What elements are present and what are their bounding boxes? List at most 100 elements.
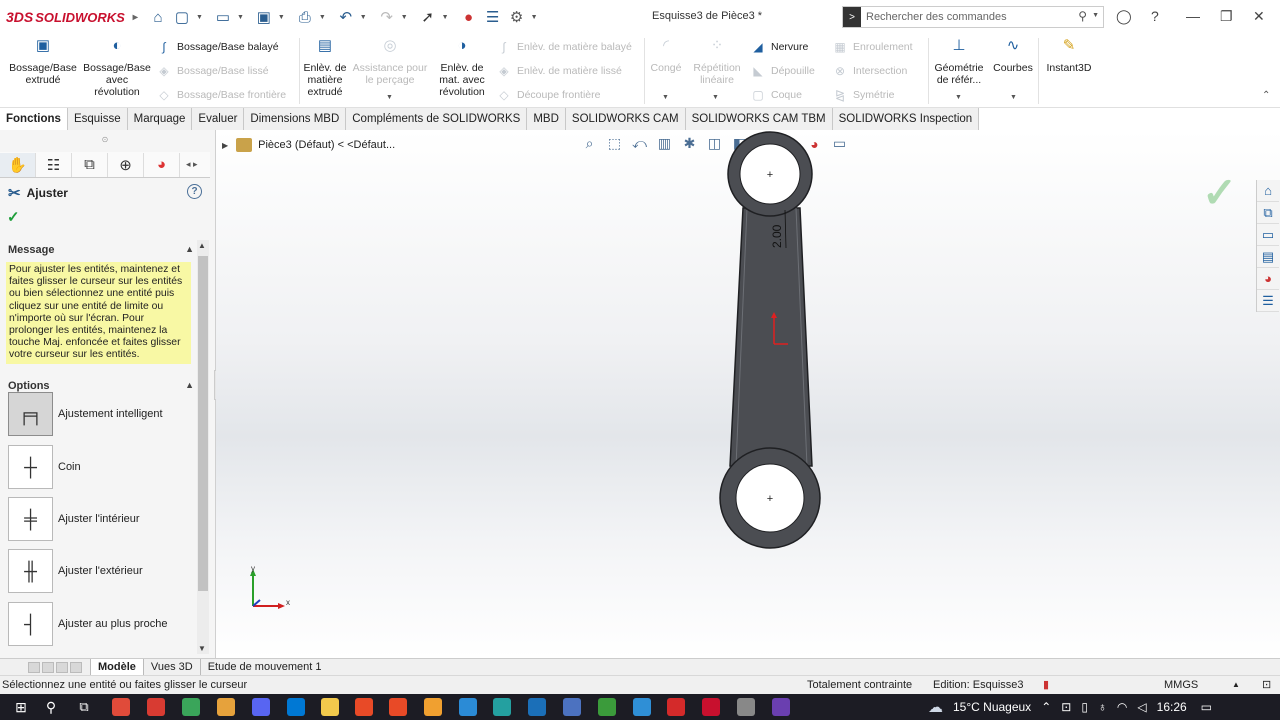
unit-system[interactable]: MMGS [1164,679,1198,691]
curves-dropdown-icon[interactable]: ▼ [1010,94,1017,101]
trim-option[interactable]: ┤ Ajuster au plus proche [8,602,167,646]
doc-tile-right-icon[interactable]: ◨ [1184,130,1195,131]
collapse-options-icon[interactable]: ▲ [185,380,194,392]
scroll-down-icon[interactable]: ▼ [198,644,206,653]
trim-option[interactable]: ╫ Ajuster l'extérieur [8,549,143,593]
command-tab[interactable]: Esquisse [67,108,128,130]
clock-time[interactable]: 16:26 [1157,700,1187,714]
smart-trim-icon[interactable]: ╒╕ [8,392,53,436]
taskbar-app-icon[interactable] [598,698,616,716]
confirmation-corner-check-icon[interactable]: ✓ [1202,168,1237,217]
model-tab[interactable]: Etude de mouvement 1 [199,658,329,676]
corner-trim-icon[interactable]: ┼ [8,445,53,489]
panel-grip[interactable]: ⊙ [0,135,210,144]
swept-boss-button[interactable]: ∫ Bossage/Base balayé [156,39,278,55]
taskbar-app-icon[interactable] [321,698,339,716]
command-search[interactable]: > Rechercher des commandes ⚲ ▼ [842,6,1104,28]
graphics-area[interactable]: ▶ Pièce3 (Défaut) < <Défaut... ⌕ ⬚ ⤺ ▥ ✱… [216,130,1280,658]
undo-dropdown-icon[interactable]: ▼ [360,14,367,21]
redo-dropdown-icon[interactable]: ▼ [401,14,408,21]
trim-closest-icon[interactable]: ┤ [8,602,53,646]
undo-icon[interactable]: ↶ [336,7,356,27]
pattern-dropdown-icon[interactable]: ▼ [712,94,719,101]
message-group-header[interactable]: Message ▲ [8,244,194,256]
boundary-cut-button[interactable]: ◇ Découpe frontière [496,87,600,103]
command-tab[interactable]: MBD [527,108,566,130]
reference-geometry-button[interactable]: ⊥ Géométrie de référ... [930,38,988,86]
scroll-thumb[interactable] [198,256,208,591]
property-manager-tab-icon[interactable]: ☷ [36,152,72,177]
collapse-message-icon[interactable]: ▲ [185,244,194,256]
doc-tile-left-icon[interactable]: ◧ [1158,130,1169,131]
options-group-header[interactable]: Options ▲ [8,380,194,392]
zoom-area-icon[interactable]: ⬚ [605,134,624,153]
doc-restore-icon[interactable]: ❐ [1235,130,1246,131]
tray-expand-icon[interactable]: ⌃ [1041,700,1051,714]
taskbar-app-icon[interactable] [252,698,270,716]
trim-option[interactable]: ┼ Coin [8,445,81,489]
model-tab[interactable]: Vues 3D [142,658,200,676]
customize-status-icon[interactable]: ⊡ [1262,678,1271,691]
tab-navigation-arrows[interactable] [0,661,90,673]
battery-icon[interactable]: ▯ [1081,700,1088,714]
taskbar-app-icon[interactable] [459,698,477,716]
taskbar-app-icon[interactable] [493,698,511,716]
command-tab[interactable]: Evaluer [192,108,245,130]
taskbar-app-icon[interactable] [389,698,407,716]
command-tab[interactable]: Fonctions [0,108,68,130]
curves-button[interactable]: ∿ Courbes [990,38,1036,74]
save-icon[interactable]: ▣ [254,7,274,27]
linear-pattern-button[interactable]: ⁘ Répétition linéaire [690,38,744,86]
configuration-manager-tab-icon[interactable]: ⧉ [72,152,108,177]
design-library-icon[interactable]: ⧉ [1257,202,1279,224]
rebuild-icon[interactable]: ● [459,7,479,27]
sw-resources-icon[interactable]: ⌂ [1257,180,1279,202]
new-dropdown-icon[interactable]: ▼ [196,14,203,21]
section-view-icon[interactable]: ▥ [655,134,674,153]
lofted-boss-button[interactable]: ◈ Bossage/Base lissé [156,63,268,79]
taskbar-app-icon[interactable] [563,698,581,716]
options-gear-icon[interactable]: ⚙ [507,7,527,27]
hole-wizard-button[interactable]: ◎ Assistance pour le perçage [352,38,428,86]
close-icon[interactable]: ✕ [1253,8,1265,25]
lofted-cut-button[interactable]: ◈ Enlèv. de matière lissé [496,63,621,79]
instant3d-button[interactable]: ✎ Instant3D [1042,38,1096,74]
home-icon[interactable]: ⌂ [148,7,168,27]
rib-button[interactable]: ◢ Nervure [750,39,808,55]
dynamic-annotation-icon[interactable]: ✱ [680,134,699,153]
extruded-cut-button[interactable]: ▤ Enlèv. de matière extrudé [302,38,348,98]
units-dropdown-icon[interactable]: ▲ [1232,680,1240,689]
trim-option[interactable]: ╒╕ Ajustement intelligent [8,392,163,436]
search-dropdown-icon[interactable]: ▼ [1092,12,1099,19]
feature-tree-flyout[interactable]: ▶ Pièce3 (Défaut) < <Défaut... [222,138,395,152]
command-tab[interactable]: SOLIDWORKS Inspection [832,108,980,130]
swept-cut-button[interactable]: ∫ Enlèv. de matière balayé [496,39,631,55]
taskbar-app-icon[interactable] [633,698,651,716]
appearances-icon[interactable]: ◕ [1257,268,1279,290]
panel-scrollbar[interactable]: ▲ ▼ [197,240,209,654]
feature-manager-tab-icon[interactable]: ✋ [0,152,36,177]
doc-minimize-icon[interactable]: — [1209,130,1221,131]
network-icon[interactable]: ⊡ [1061,700,1071,714]
command-tab[interactable]: Dimensions MBD [244,108,347,130]
revolve-boss-button[interactable]: ◐ Bossage/Base avec révolution [82,38,152,98]
help-icon[interactable]: ? [1151,8,1159,24]
ok-check-icon[interactable]: ✓ [7,208,20,226]
windows-start-icon[interactable]: ⊞ [12,698,30,716]
select-dropdown-icon[interactable]: ▼ [442,14,449,21]
open-folder-icon[interactable]: ▭ [213,7,233,27]
taskbar-search-icon[interactable]: ⚲ [42,698,60,716]
print-icon[interactable]: ⎙ [295,7,315,27]
taskbar-app-icon[interactable] [287,698,305,716]
taskbar-app-icon[interactable] [217,698,235,716]
command-tab[interactable]: Compléments de SOLIDWORKS [346,108,528,130]
extrude-boss-button[interactable]: ▣ Bossage/Base extrudé [6,38,80,86]
minimize-icon[interactable]: — [1186,8,1200,24]
taskbar-app-icon[interactable] [182,698,200,716]
previous-view-icon[interactable]: ⤺ [630,134,649,153]
intersect-button[interactable]: ⊗ Intersection [832,63,907,79]
fillet-button[interactable]: ◜ Congé [646,38,686,74]
wifi-icon[interactable]: ◠ [1117,700,1127,714]
command-tab[interactable]: SOLIDWORKS CAM [565,108,686,130]
select-cursor-icon[interactable]: ➚ [418,7,438,27]
